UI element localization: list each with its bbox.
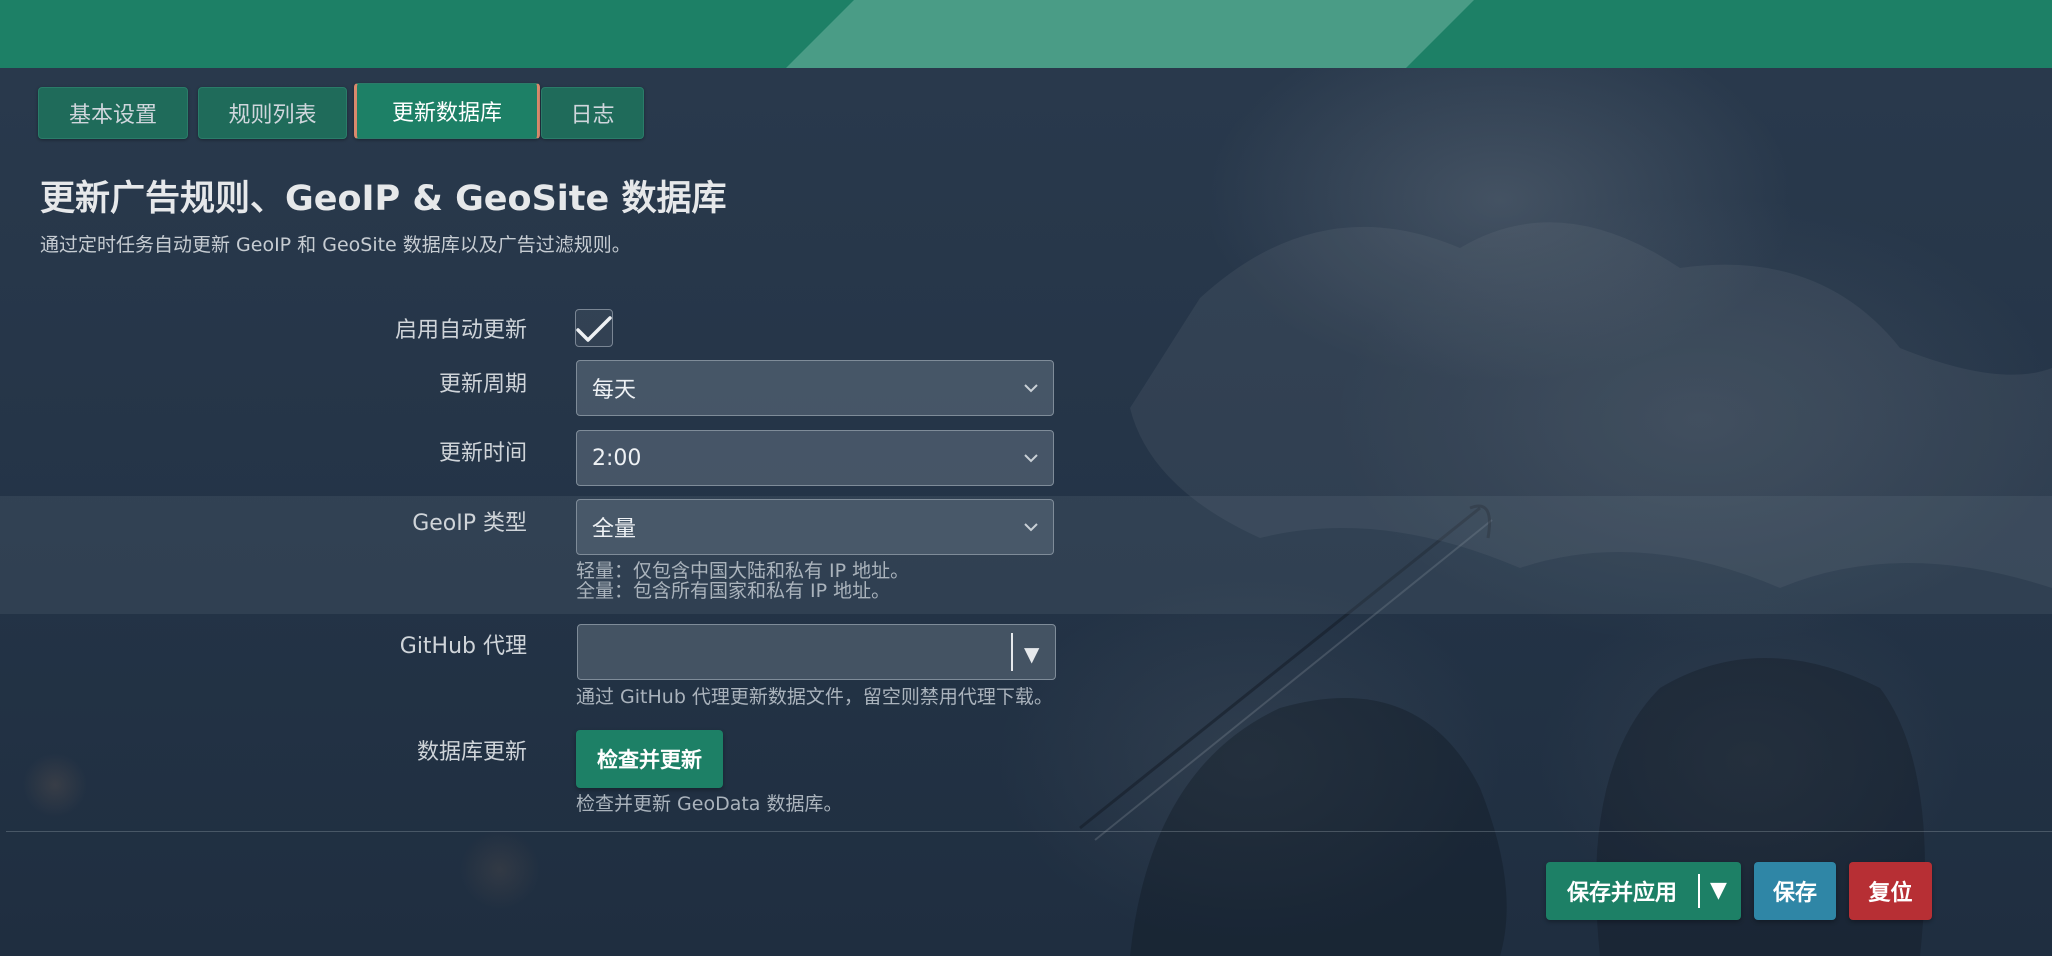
tab-update-database[interactable]: 更新数据库 [354,83,540,139]
db-update-hint: 检查并更新 GeoData 数据库。 [576,793,843,815]
tab-basic-settings[interactable]: 基本设置 [38,87,188,139]
update-period-value: 每天 [592,378,637,403]
chevron-down-icon [1024,523,1038,532]
footer-divider [6,831,2052,832]
page-title: 更新广告规则、GeoIP & GeoSite 数据库 [40,179,727,219]
save-and-apply-label: 保存并应用 [1567,881,1678,906]
tab-label: 更新数据库 [391,101,502,126]
save-button[interactable]: 保存 [1754,862,1836,920]
header-band [0,0,2052,68]
chevron-down-icon [1024,454,1038,463]
update-time-select[interactable]: 2:00 [576,430,1054,486]
github-proxy-label: GitHub 代理 [399,634,527,659]
geoip-hint-lite: 轻量：仅包含中国大陆和私有 IP 地址。 [576,560,910,582]
figure-silhouette-left [1130,698,1507,956]
geoip-hint-full: 全量：包含所有国家和私有 IP 地址。 [576,580,891,602]
update-period-select[interactable]: 每天 [576,360,1054,416]
db-update-label: 数据库更新 [416,740,527,765]
combo-separator [1011,633,1013,671]
tab-log[interactable]: 日志 [541,87,644,139]
page-description: 通过定时任务自动更新 GeoIP 和 GeoSite 数据库以及广告过滤规则。 [40,234,631,256]
auto-update-label: 启用自动更新 [394,318,527,343]
github-proxy-input[interactable]: ▼ [577,624,1056,680]
checkmark-icon [576,316,612,342]
update-time-value: 2:00 [592,445,642,471]
dropdown-arrow-icon[interactable]: ▼ [1710,878,1727,903]
tab-rule-list[interactable]: 规则列表 [198,87,347,139]
tab-label: 日志 [570,103,615,128]
tab-label: 规则列表 [228,103,317,128]
tab-label: 基本设置 [68,103,157,128]
update-time-label: 更新时间 [438,441,527,466]
save-and-apply-button[interactable]: 保存并应用 ▼ [1546,862,1741,920]
update-period-label: 更新周期 [438,372,527,397]
dropdown-arrow-icon[interactable]: ▼ [1024,642,1039,666]
header-stripe [786,0,1474,68]
reset-button[interactable]: 复位 [1849,862,1932,920]
geoip-type-label: GeoIP 类型 [412,511,527,536]
geoip-type-select[interactable]: 全量 [576,499,1054,555]
button-separator [1698,874,1700,908]
check-and-update-button[interactable]: 检查并更新 [576,730,723,788]
chevron-down-icon [1024,384,1038,393]
github-proxy-hint: 通过 GitHub 代理更新数据文件，留空则禁用代理下载。 [576,686,1053,708]
geoip-type-value: 全量 [592,517,637,542]
auto-update-checkbox[interactable] [575,309,613,347]
